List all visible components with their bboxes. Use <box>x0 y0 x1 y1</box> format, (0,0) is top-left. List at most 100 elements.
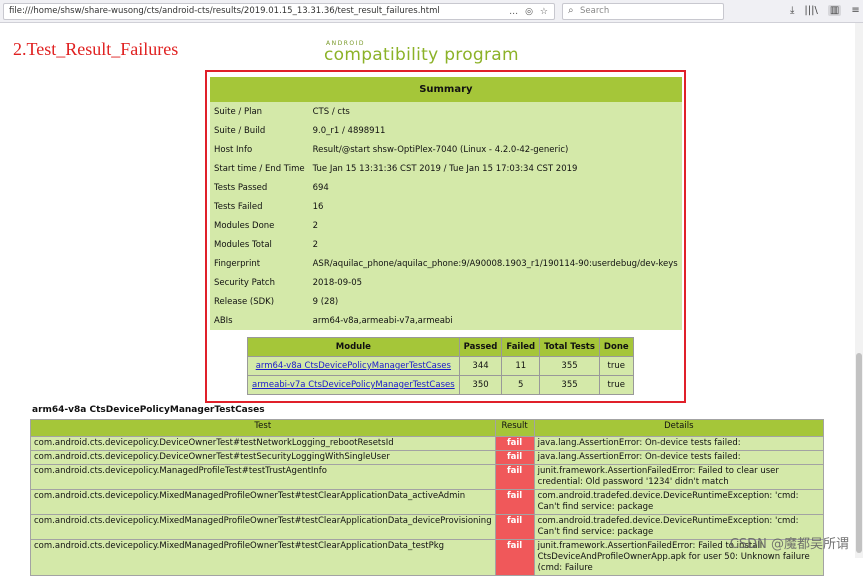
summary-value: arm64-v8a,armeabi-v7a,armeabi <box>308 311 682 330</box>
summary-key: ABIs <box>210 311 309 330</box>
col-failed: Failed <box>501 337 541 357</box>
summary-value: Tue Jan 15 13:31:36 CST 2019 / Tue Jan 1… <box>308 159 682 178</box>
test-result: fail <box>494 436 535 451</box>
summary-key: Security Patch <box>210 273 309 292</box>
test-name: com.android.cts.devicepolicy.DeviceOwner… <box>30 450 496 465</box>
summary-row: Fingerprint ASR/aquilac_phone/aquilac_pho… <box>210 254 682 273</box>
module-passed: 350 <box>458 375 503 395</box>
summary-row: Modules Total 2 <box>210 235 682 254</box>
browser-toolbar: file:///home/shsw/share-wusong/cts/andro… <box>0 0 863 23</box>
summary-key: Suite / Build <box>210 121 309 140</box>
library-icon[interactable]: |||\ <box>804 5 817 16</box>
col-details: Details <box>533 419 825 437</box>
search-placeholder: Search <box>580 6 610 16</box>
section-title: arm64-v8a CtsDevicePolicyManagerTestCase… <box>32 405 265 415</box>
test-name: com.android.cts.devicepolicy.DeviceOwner… <box>30 436 496 451</box>
module-passed: 344 <box>458 356 503 376</box>
menu-icon[interactable]: ≡ <box>851 5 859 16</box>
module-row: armeabi-v7a CtsDevicePolicyManagerTestCa… <box>247 375 634 395</box>
summary-value: Result/@start shsw-OptiPlex-7040 (Linux … <box>308 140 682 159</box>
summary-value: 694 <box>308 178 682 197</box>
col-passed: Passed <box>458 337 503 357</box>
col-result: Result <box>494 419 535 437</box>
test-name: com.android.cts.devicepolicy.MixedManage… <box>30 489 496 515</box>
failure-row: com.android.cts.devicepolicy.ManagedProf… <box>30 464 825 490</box>
summary-key: Tests Failed <box>210 197 309 216</box>
sidebar-icon[interactable]: ▥ <box>827 5 842 16</box>
summary-row: Tests Failed 16 <box>210 197 682 216</box>
summary-value: CTS / cts <box>308 102 682 121</box>
summary-row: Tests Passed 694 <box>210 178 682 197</box>
summary-row: Security Patch 2018-09-05 <box>210 273 682 292</box>
test-result: fail <box>494 464 535 490</box>
summary-key: Suite / Plan <box>210 102 309 121</box>
url-text[interactable]: file:///home/shsw/share-wusong/cts/andro… <box>9 6 440 16</box>
module-cell: arm64-v8a CtsDevicePolicyManagerTestCase… <box>247 356 460 376</box>
address-bar[interactable]: file:///home/shsw/share-wusong/cts/andro… <box>3 3 555 20</box>
summary-row: Suite / Plan CTS / cts <box>210 102 682 121</box>
search-icon: ⌕ <box>568 5 574 16</box>
test-details: junit.framework.AssertionFailedError: Fa… <box>533 464 825 490</box>
module-link[interactable]: arm64-v8a CtsDevicePolicyManagerTestCase… <box>256 361 451 371</box>
summary-row: Host Info Result/@start shsw-OptiPlex-704… <box>210 140 682 159</box>
summary-value: 9 (28) <box>308 292 682 311</box>
summary-body: Suite / Plan CTS / cts Suite / Build 9.0_r1… <box>210 102 682 330</box>
test-details: com.android.tradefed.device.DeviceRuntim… <box>533 489 825 515</box>
summary-value: 2018-09-05 <box>308 273 682 292</box>
module-total: 355 <box>539 356 600 376</box>
vertical-scrollbar[interactable] <box>855 23 863 558</box>
summary-key: Tests Passed <box>210 178 309 197</box>
col-test: Test <box>30 419 496 437</box>
module-failed: 11 <box>501 356 541 376</box>
module-total: 355 <box>539 375 600 395</box>
failure-row: com.android.cts.devicepolicy.MixedManage… <box>30 514 825 540</box>
module-cell: armeabi-v7a CtsDevicePolicyManagerTestCa… <box>247 375 460 395</box>
toolbar-icons: ⤓ |||\ ▥ ≡ <box>790 3 860 18</box>
summary-table: Summary Suite / Plan CTS / cts Suite / Bui… <box>210 77 682 330</box>
modules-table: Module Passed Failed Total Tests Done ar… <box>247 337 634 395</box>
module-link[interactable]: armeabi-v7a CtsDevicePolicyManagerTestCa… <box>252 380 455 390</box>
download-icon[interactable]: ⤓ <box>790 5 794 16</box>
summary-value: 9.0_r1 / 4898911 <box>308 121 682 140</box>
more-actions-icon[interactable]: … <box>509 7 518 17</box>
test-result: fail <box>494 450 535 465</box>
test-details: java.lang.AssertionError: On-device test… <box>533 450 825 465</box>
col-done: Done <box>598 337 634 357</box>
test-name: com.android.cts.devicepolicy.MixedManage… <box>30 514 496 540</box>
module-done: true <box>598 375 634 395</box>
summary-row: Modules Done 2 <box>210 216 682 235</box>
bookmark-star-icon[interactable]: ☆ <box>540 7 548 17</box>
failure-row: com.android.cts.devicepolicy.DeviceOwner… <box>30 436 825 451</box>
failures-table: Test Result Details com.android.cts.devi… <box>30 419 825 576</box>
summary-row: Release (SDK) 9 (28) <box>210 292 682 311</box>
col-module: Module <box>247 337 460 357</box>
logo-title: compatibility program <box>324 45 519 65</box>
summary-key: Fingerprint <box>210 254 309 273</box>
test-details: java.lang.AssertionError: On-device test… <box>533 436 825 451</box>
module-done: true <box>598 356 634 376</box>
summary-value: ASR/aquilac_phone/aquilac_phone:9/A90008… <box>308 254 682 273</box>
summary-value: 2 <box>308 235 682 254</box>
summary-key: Release (SDK) <box>210 292 309 311</box>
module-row: arm64-v8a CtsDevicePolicyManagerTestCase… <box>247 356 634 376</box>
summary-row: ABIs arm64-v8a,armeabi-v7a,armeabi <box>210 311 682 330</box>
summary-row: Start time / End Time Tue Jan 15 13:31:36… <box>210 159 682 178</box>
summary-key: Host Info <box>210 140 309 159</box>
test-result: fail <box>494 514 535 540</box>
summary-row: Suite / Build 9.0_r1 / 4898911 <box>210 121 682 140</box>
modules-body: arm64-v8a CtsDevicePolicyManagerTestCase… <box>247 356 634 395</box>
summary-value: 16 <box>308 197 682 216</box>
failures-body: com.android.cts.devicepolicy.DeviceOwner… <box>30 436 825 576</box>
summary-key: Modules Total <box>210 235 309 254</box>
url-actions: … ◎ ☆ <box>509 4 548 19</box>
annotation-heading: 2.Test_Result_Failures <box>13 39 179 59</box>
summary-key: Modules Done <box>210 216 309 235</box>
failure-row: com.android.cts.devicepolicy.DeviceOwner… <box>30 450 825 465</box>
watermark: CSDN @魔都吴所谓 <box>729 537 849 552</box>
search-input[interactable]: ⌕ Search <box>562 3 724 20</box>
summary-value: 2 <box>308 216 682 235</box>
summary-header: Summary <box>210 77 682 102</box>
pocket-icon[interactable]: ◎ <box>525 7 533 17</box>
test-name: com.android.cts.devicepolicy.ManagedProf… <box>30 464 496 490</box>
scrollbar-thumb[interactable] <box>856 353 862 553</box>
